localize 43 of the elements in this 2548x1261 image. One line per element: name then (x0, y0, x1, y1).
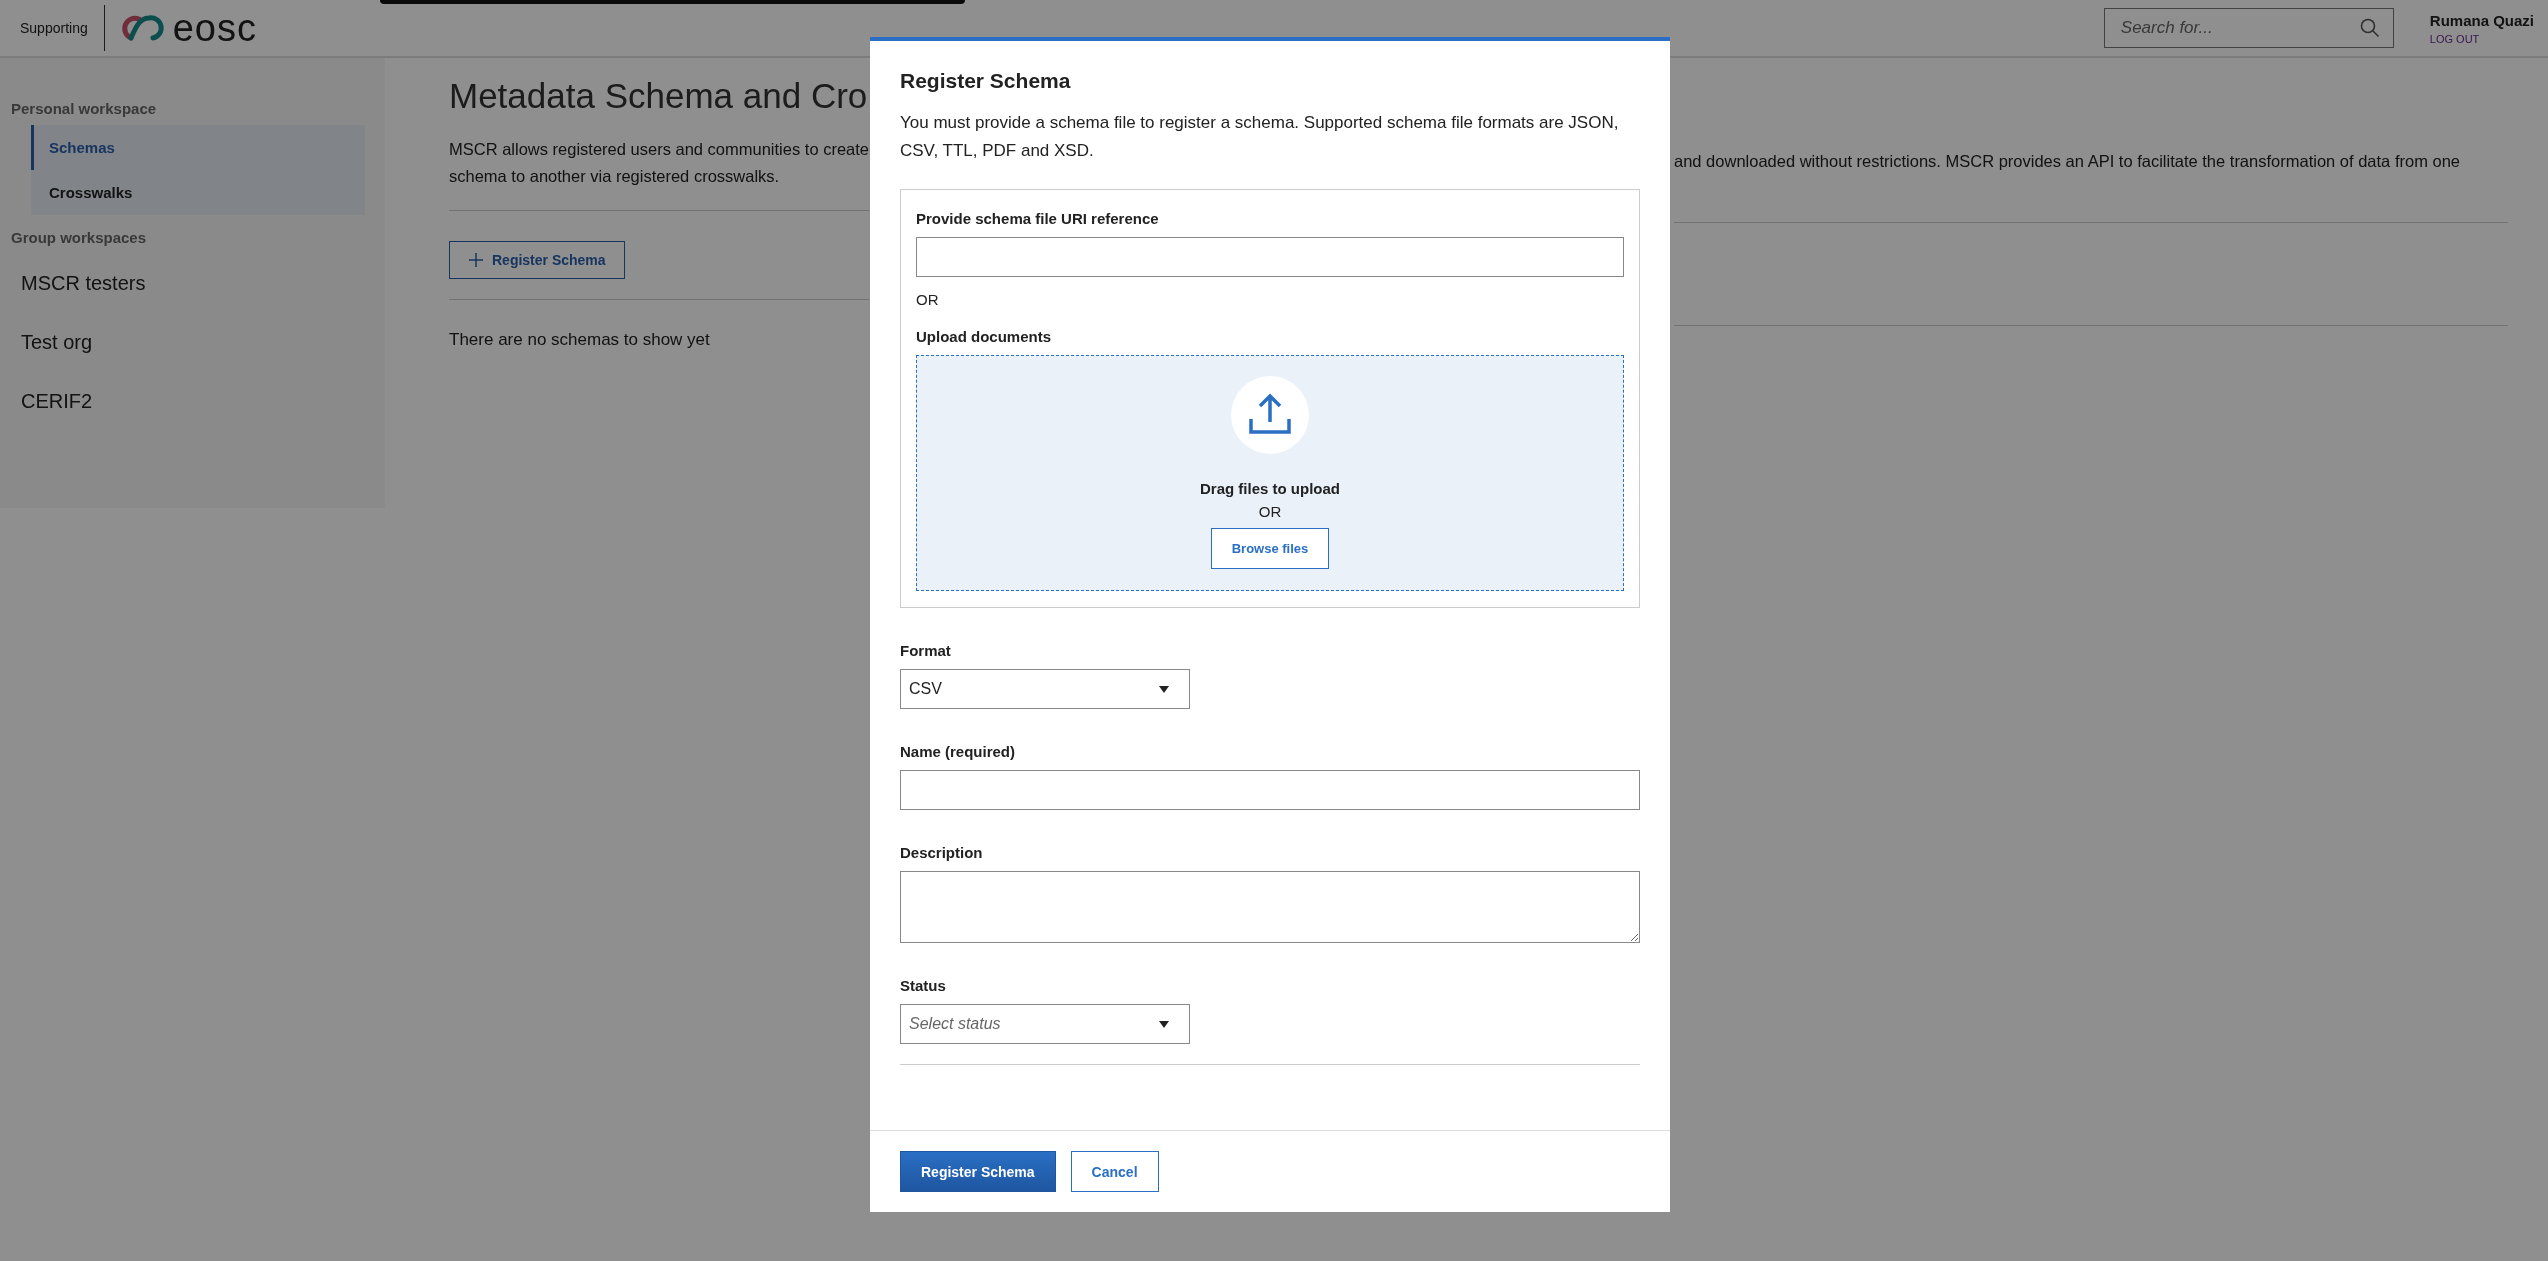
caret-icon (1159, 1020, 1169, 1028)
cancel-button[interactable]: Cancel (1070, 1151, 1159, 1192)
section-title: Personal workspace (10, 100, 158, 117)
plus-icon (468, 252, 484, 268)
field-label: Format (900, 642, 952, 659)
description-input[interactable] (900, 871, 1640, 943)
user-name: Rumana Quazi (2429, 11, 2534, 29)
page-title: Metadata Schema and Cro (449, 76, 869, 116)
or-text: OR (916, 291, 940, 308)
field-label: Upload documents (916, 328, 1052, 345)
register-schema-button[interactable]: Register Schema (900, 1151, 1056, 1192)
browse-files-button[interactable]: Browse files (1210, 528, 1330, 569)
field-label: Description (900, 844, 984, 861)
field-label: Name (required) (900, 743, 1017, 760)
empty-message: There are no schemas to show yet (449, 330, 711, 350)
supporting-label: Supporting (20, 20, 88, 36)
field-label: Provide schema file URI reference (916, 210, 1160, 227)
section-title: Group workspaces (10, 229, 148, 246)
description-text: and downloaded without restrictions. MSCR provides an API to facilitate the transformation of data from one (1674, 151, 2461, 172)
caret-icon (1159, 685, 1169, 693)
sidebar-item[interactable]: Crosswalks (31, 170, 365, 215)
dialog-title: Register Schema (900, 69, 1072, 93)
upload-icon (1231, 376, 1309, 454)
sidebar-item[interactable]: Schemas (31, 125, 365, 170)
description-text: MSCR allows registered users and communities to create (449, 139, 869, 160)
logout-link[interactable]: LOG OUT (2429, 32, 2534, 45)
search-field[interactable]: Search for... (2103, 8, 2394, 48)
drop-zone[interactable]: Drag files to upload OR Browse files (916, 355, 1624, 591)
name-input[interactable] (900, 770, 1640, 810)
workspace-item[interactable]: CERIF2 (0, 372, 385, 431)
register-schema-button[interactable]: Register Schema (449, 241, 625, 279)
status-select[interactable]: Select status (900, 1004, 1190, 1044)
format-select[interactable]: CSV (900, 669, 1190, 709)
workspace-item[interactable]: MSCR testers (0, 254, 385, 313)
field-label: Status (900, 977, 947, 994)
dialog-intro: You must provide a schema file to register a schema. Supported schema file formats are JSON, CSV, TTL, PDF and XSD. (900, 112, 1620, 162)
uri-input[interactable] (916, 237, 1624, 277)
description-text: schema to another via registered crosswalks. (449, 166, 781, 187)
drop-hint: Drag files to upload (1200, 480, 1340, 497)
search-icon[interactable] (2359, 18, 2380, 38)
logo-text[interactable]: eosc (172, 6, 257, 50)
workspace-item[interactable]: Test org (0, 313, 385, 372)
or-text: OR (1258, 503, 1282, 520)
